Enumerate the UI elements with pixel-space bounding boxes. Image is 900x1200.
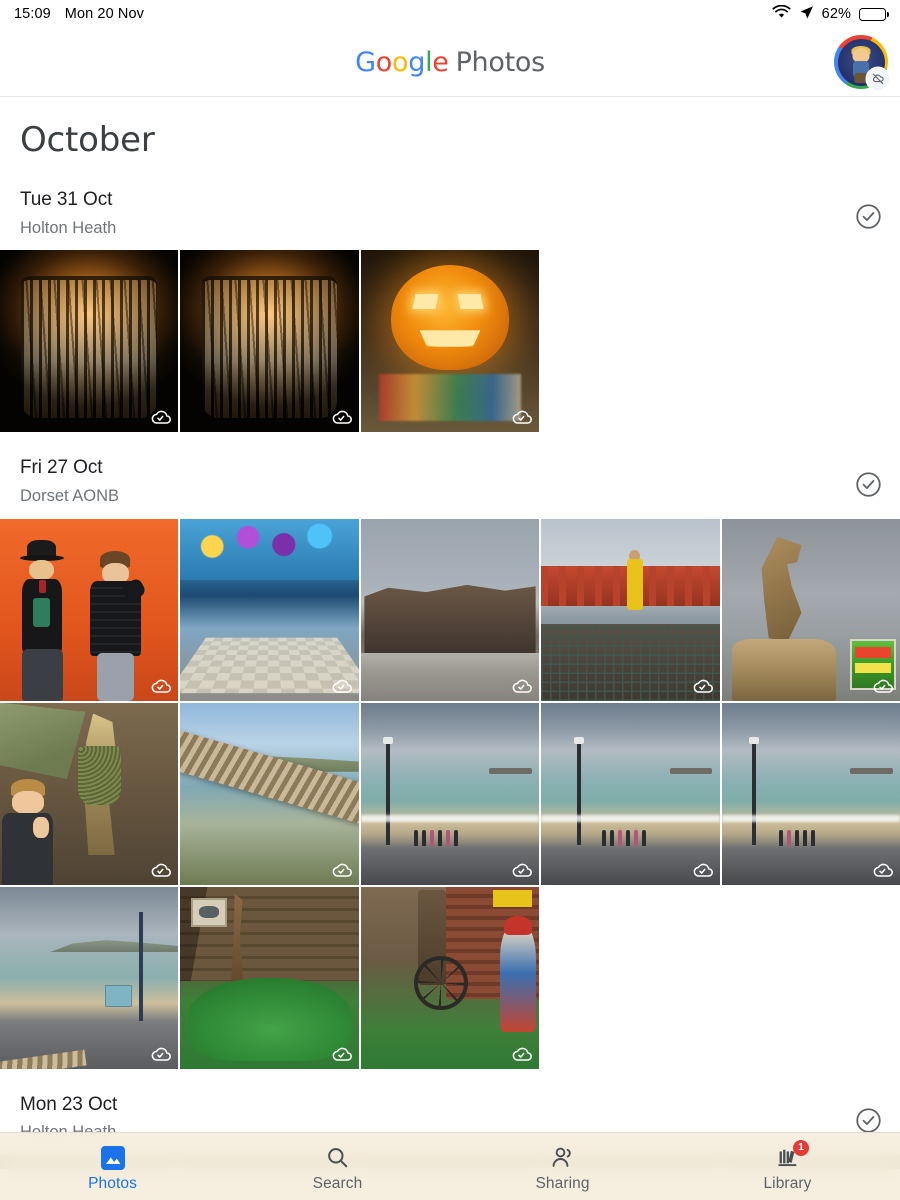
photo-thumbnail[interactable] <box>541 519 719 701</box>
day-header-text: Fri 27 Oct Dorset AONB <box>20 454 855 508</box>
day-place: Holton Heath <box>20 216 855 241</box>
photo-thumbnail[interactable] <box>0 887 178 1069</box>
search-icon <box>325 1145 350 1171</box>
photo-grid-row[interactable] <box>0 703 900 885</box>
cloud-done-icon <box>149 678 171 695</box>
nav-label-photos: Photos <box>88 1175 137 1193</box>
cloud-done-icon <box>510 1046 532 1063</box>
photo-thumbnail[interactable] <box>361 887 539 1069</box>
photo-thumbnail[interactable] <box>180 250 358 432</box>
day-header-text: Tue 31 Oct Holton Heath <box>20 186 855 240</box>
status-time: 15:09 <box>14 6 51 22</box>
status-bar: 15:09 Mon 20 Nov 62% <box>0 0 900 28</box>
photo-thumbnail[interactable] <box>0 519 178 701</box>
photo-thumbnail[interactable] <box>541 703 719 885</box>
day-date: Fri 27 Oct <box>20 454 855 482</box>
photo-grid-row[interactable] <box>0 519 900 701</box>
cloud-done-icon <box>691 862 713 879</box>
battery-percent: 62% <box>822 6 851 22</box>
nav-tab-search[interactable]: Search <box>225 1141 450 1193</box>
sync-off-icon <box>867 68 889 90</box>
nav-label-search: Search <box>313 1175 363 1193</box>
day-header: Fri 27 Oct Dorset AONB <box>0 432 900 518</box>
cloud-done-icon <box>149 409 171 426</box>
photo-grid-row[interactable] <box>0 887 900 1069</box>
photo-thumbnail[interactable] <box>722 703 900 885</box>
cloud-done-icon <box>330 862 352 879</box>
select-day-button[interactable] <box>855 1107 882 1134</box>
avatar[interactable] <box>834 35 888 89</box>
photo-thumbnail[interactable] <box>0 703 178 885</box>
google-photos-logo: GooglePhotos <box>355 47 545 78</box>
logo-letter-e: e <box>432 47 448 78</box>
nav-tab-sharing[interactable]: Sharing <box>450 1141 675 1193</box>
people-icon <box>550 1145 576 1171</box>
cloud-done-icon <box>510 409 532 426</box>
app-header: GooglePhotos <box>0 28 900 97</box>
cloud-done-icon <box>691 678 713 695</box>
photo-thumbnail[interactable] <box>361 519 539 701</box>
nav-tab-library[interactable]: 1 Library <box>675 1141 900 1193</box>
day-date: Tue 31 Oct <box>20 186 855 214</box>
logo-letter-o1: o <box>376 47 392 78</box>
logo-word-photos: Photos <box>456 47 545 78</box>
logo-letter-o2: o <box>392 47 408 78</box>
day-header: Tue 31 Oct Holton Heath <box>0 164 900 250</box>
logo-letter-g1: G <box>355 47 376 78</box>
photo-thumbnail[interactable] <box>361 703 539 885</box>
photo-thumbnail[interactable] <box>361 250 539 432</box>
page-title: October <box>0 97 900 164</box>
photo-thumbnail[interactable] <box>180 519 358 701</box>
cloud-done-icon <box>871 862 893 879</box>
select-day-button[interactable] <box>855 471 882 498</box>
select-day-button[interactable] <box>855 203 882 230</box>
cloud-done-icon <box>330 1046 352 1063</box>
nav-label-library: Library <box>763 1175 811 1193</box>
photos-icon <box>101 1145 125 1171</box>
logo-letter-g2: g <box>408 47 425 78</box>
photo-thumbnail[interactable] <box>180 887 358 1069</box>
photo-grid-row[interactable] <box>0 250 900 432</box>
bottom-navigation-bar[interactable]: Photos Search Sharing <box>0 1132 900 1200</box>
day-place: Dorset AONB <box>20 484 855 509</box>
photo-thumbnail[interactable] <box>0 250 178 432</box>
location-arrow-icon <box>799 5 814 24</box>
nav-tab-photos[interactable]: Photos <box>0 1141 225 1193</box>
library-badge: 1 <box>793 1140 809 1156</box>
battery-icon <box>859 8 886 21</box>
cloud-done-icon <box>149 862 171 879</box>
cloud-done-icon <box>149 1046 171 1063</box>
cloud-done-icon <box>330 409 352 426</box>
nav-label-sharing: Sharing <box>535 1175 589 1193</box>
status-bar-right: 62% <box>772 5 886 24</box>
photos-timeline[interactable]: October Tue 31 Oct Holton Heath <box>0 97 900 1200</box>
cloud-done-icon <box>510 678 532 695</box>
status-date: Mon 20 Nov <box>65 6 144 22</box>
cloud-done-icon <box>510 862 532 879</box>
library-icon: 1 <box>775 1145 800 1171</box>
day-date: Mon 23 Oct <box>20 1091 855 1119</box>
cloud-done-icon <box>871 678 893 695</box>
photo-thumbnail[interactable] <box>722 519 900 701</box>
wifi-icon <box>772 5 791 23</box>
status-bar-left: 15:09 Mon 20 Nov <box>14 6 144 22</box>
photo-thumbnail[interactable] <box>180 703 358 885</box>
cloud-done-icon <box>330 678 352 695</box>
